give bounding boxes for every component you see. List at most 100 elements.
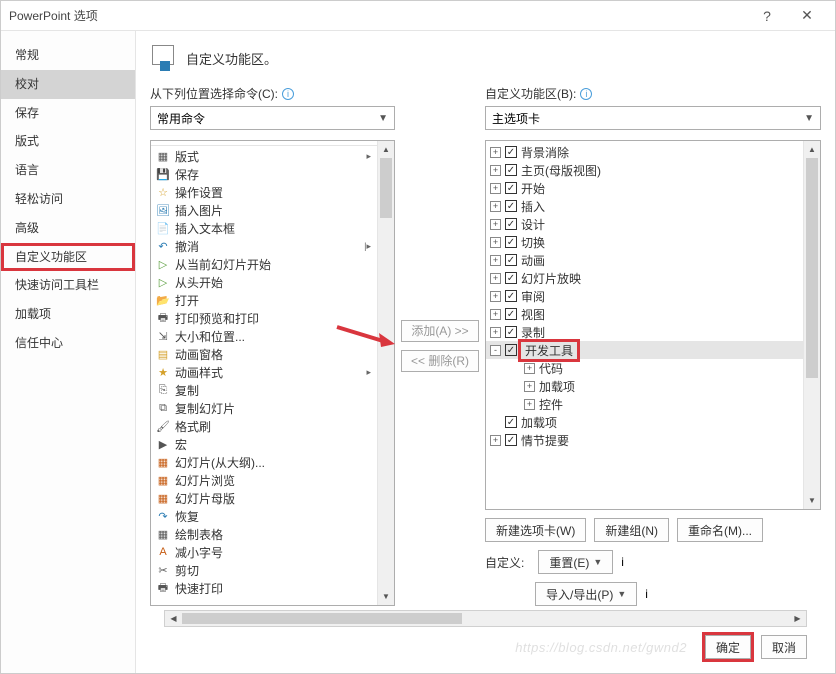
new-group-button[interactable]: 新建组(N) [594,518,669,542]
import-export-dropdown[interactable]: 导入/导出(P)▼ [535,582,637,606]
command-item[interactable]: 📄插入文本框 [151,219,377,237]
expand-icon[interactable]: + [490,435,501,446]
reset-dropdown[interactable]: 重置(E)▼ [538,550,613,574]
command-item[interactable]: ↶撤消|▸ [151,237,377,255]
command-item[interactable]: ▦版式▸ [151,145,377,165]
expand-icon[interactable]: + [524,363,535,374]
command-item[interactable]: ▦绘制表格 [151,525,377,543]
scroll-up-icon[interactable]: ▲ [804,141,820,158]
command-item[interactable]: ✂剪切 [151,561,377,579]
expand-icon[interactable]: + [490,291,501,302]
scroll-down-icon[interactable]: ▼ [804,492,820,509]
sidebar-item[interactable]: 轻松访问 [1,185,135,214]
scroll-up-icon[interactable]: ▲ [378,141,394,158]
command-item[interactable]: ☆操作设置 [151,183,377,201]
sidebar-item[interactable]: 保存 [1,99,135,128]
command-item[interactable]: ★动画样式▸ [151,363,377,381]
tree-node[interactable]: +✓切换 [486,233,803,251]
command-item[interactable]: ▤动画窗格 [151,345,377,363]
info-icon[interactable]: i [645,587,648,601]
command-item[interactable]: ▦幻灯片(从大纲)... [151,453,377,471]
info-icon[interactable]: i [282,88,294,100]
command-item[interactable]: ▦幻灯片浏览 [151,471,377,489]
tree-node[interactable]: +✓审阅 [486,287,803,305]
sidebar-item[interactable]: 高级 [1,214,135,243]
command-item[interactable]: ▶宏 [151,435,377,453]
rename-button[interactable]: 重命名(M)... [677,518,763,542]
checkbox[interactable]: ✓ [505,164,517,176]
expand-icon[interactable]: + [490,201,501,212]
sidebar-item[interactable]: 校对 [1,70,135,99]
tree-node[interactable]: +✓设计 [486,215,803,233]
tree-node[interactable]: +代码 [486,359,803,377]
add-button[interactable]: 添加(A) >> [401,320,479,342]
command-item[interactable]: 🖶打印预览和打印 [151,309,377,327]
checkbox[interactable]: ✓ [505,146,517,158]
command-item[interactable]: ▦幻灯片母版 [151,489,377,507]
ribbon-scope-dropdown[interactable]: 主选项卡 ▼ [485,106,821,130]
checkbox[interactable]: ✓ [505,290,517,302]
checkbox[interactable]: ✓ [505,236,517,248]
expand-icon[interactable]: + [490,183,501,194]
command-item[interactable]: ⧉复制幻灯片 [151,399,377,417]
info-icon[interactable]: i [580,88,592,100]
checkbox[interactable]: ✓ [505,326,517,338]
sidebar-item[interactable]: 快速访问工具栏 [1,271,135,300]
sidebar-item[interactable]: 信任中心 [1,329,135,358]
checkbox[interactable]: ✓ [505,254,517,266]
scrollbar-vertical[interactable]: ▲ ▼ [803,141,820,509]
expand-icon[interactable]: + [490,147,501,158]
command-item[interactable]: ⇲大小和位置... [151,327,377,345]
command-item[interactable]: 🖌格式刷 [151,417,377,435]
checkbox[interactable]: ✓ [505,272,517,284]
scrollbar-horizontal[interactable]: ◀ ▶ [164,610,807,627]
commands-listbox[interactable]: ▦版式▸💾保存☆操作设置🖼插入图片📄插入文本框↶撤消|▸▷从当前幻灯片开始▷从头… [150,140,395,606]
command-item[interactable]: 🖶快速打印 [151,579,377,597]
tree-node[interactable]: +✓录制 [486,323,803,341]
command-item[interactable]: 💾保存 [151,165,377,183]
sidebar-item[interactable]: 常规 [1,41,135,70]
collapse-icon[interactable]: - [490,345,501,356]
expand-icon[interactable]: + [490,273,501,284]
command-item[interactable]: 🖼插入图片 [151,201,377,219]
checkbox[interactable]: ✓ [505,200,517,212]
scroll-left-icon[interactable]: ◀ [165,611,182,626]
scroll-right-icon[interactable]: ▶ [789,611,806,626]
command-item[interactable]: ⎘复制 [151,381,377,399]
command-item[interactable]: ▷从头开始 [151,273,377,291]
sidebar-item[interactable]: 版式 [1,127,135,156]
tree-node[interactable]: ✓加载项 [486,413,803,431]
expand-icon[interactable]: + [490,255,501,266]
checkbox[interactable]: ✓ [505,182,517,194]
tree-node[interactable]: +✓视图 [486,305,803,323]
tree-node[interactable]: +✓主页(母版视图) [486,161,803,179]
expand-icon[interactable]: + [490,327,501,338]
checkbox[interactable]: ✓ [505,218,517,230]
ok-button[interactable]: 确定 [705,635,751,659]
ribbon-tree[interactable]: +✓背景消除+✓主页(母版视图)+✓开始+✓插入+✓设计+✓切换+✓动画+✓幻灯… [485,140,821,510]
close-button[interactable]: ✕ [787,7,827,24]
tree-node[interactable]: -✓开发工具 [486,341,803,359]
commands-source-dropdown[interactable]: 常用命令 ▼ [150,106,395,130]
command-item[interactable]: A减小字号 [151,543,377,561]
tree-node[interactable]: +控件 [486,395,803,413]
scroll-down-icon[interactable]: ▼ [378,588,394,605]
checkbox[interactable]: ✓ [505,308,517,320]
expand-icon[interactable]: + [490,309,501,320]
new-tab-button[interactable]: 新建选项卡(W) [485,518,586,542]
tree-node[interactable]: +✓动画 [486,251,803,269]
expand-icon[interactable]: + [490,237,501,248]
tree-node[interactable]: +✓插入 [486,197,803,215]
sidebar-item[interactable]: 自定义功能区 [1,243,135,272]
info-icon[interactable]: i [621,555,624,569]
cancel-button[interactable]: 取消 [761,635,807,659]
tree-node[interactable]: +✓幻灯片放映 [486,269,803,287]
sidebar-item[interactable]: 加载项 [1,300,135,329]
checkbox[interactable]: ✓ [505,344,517,356]
expand-icon[interactable]: + [524,399,535,410]
command-item[interactable]: ↷恢复 [151,507,377,525]
checkbox[interactable]: ✓ [505,416,517,428]
remove-button[interactable]: << 删除(R) [401,350,479,372]
expand-icon[interactable]: + [490,165,501,176]
sidebar-item[interactable]: 语言 [1,156,135,185]
